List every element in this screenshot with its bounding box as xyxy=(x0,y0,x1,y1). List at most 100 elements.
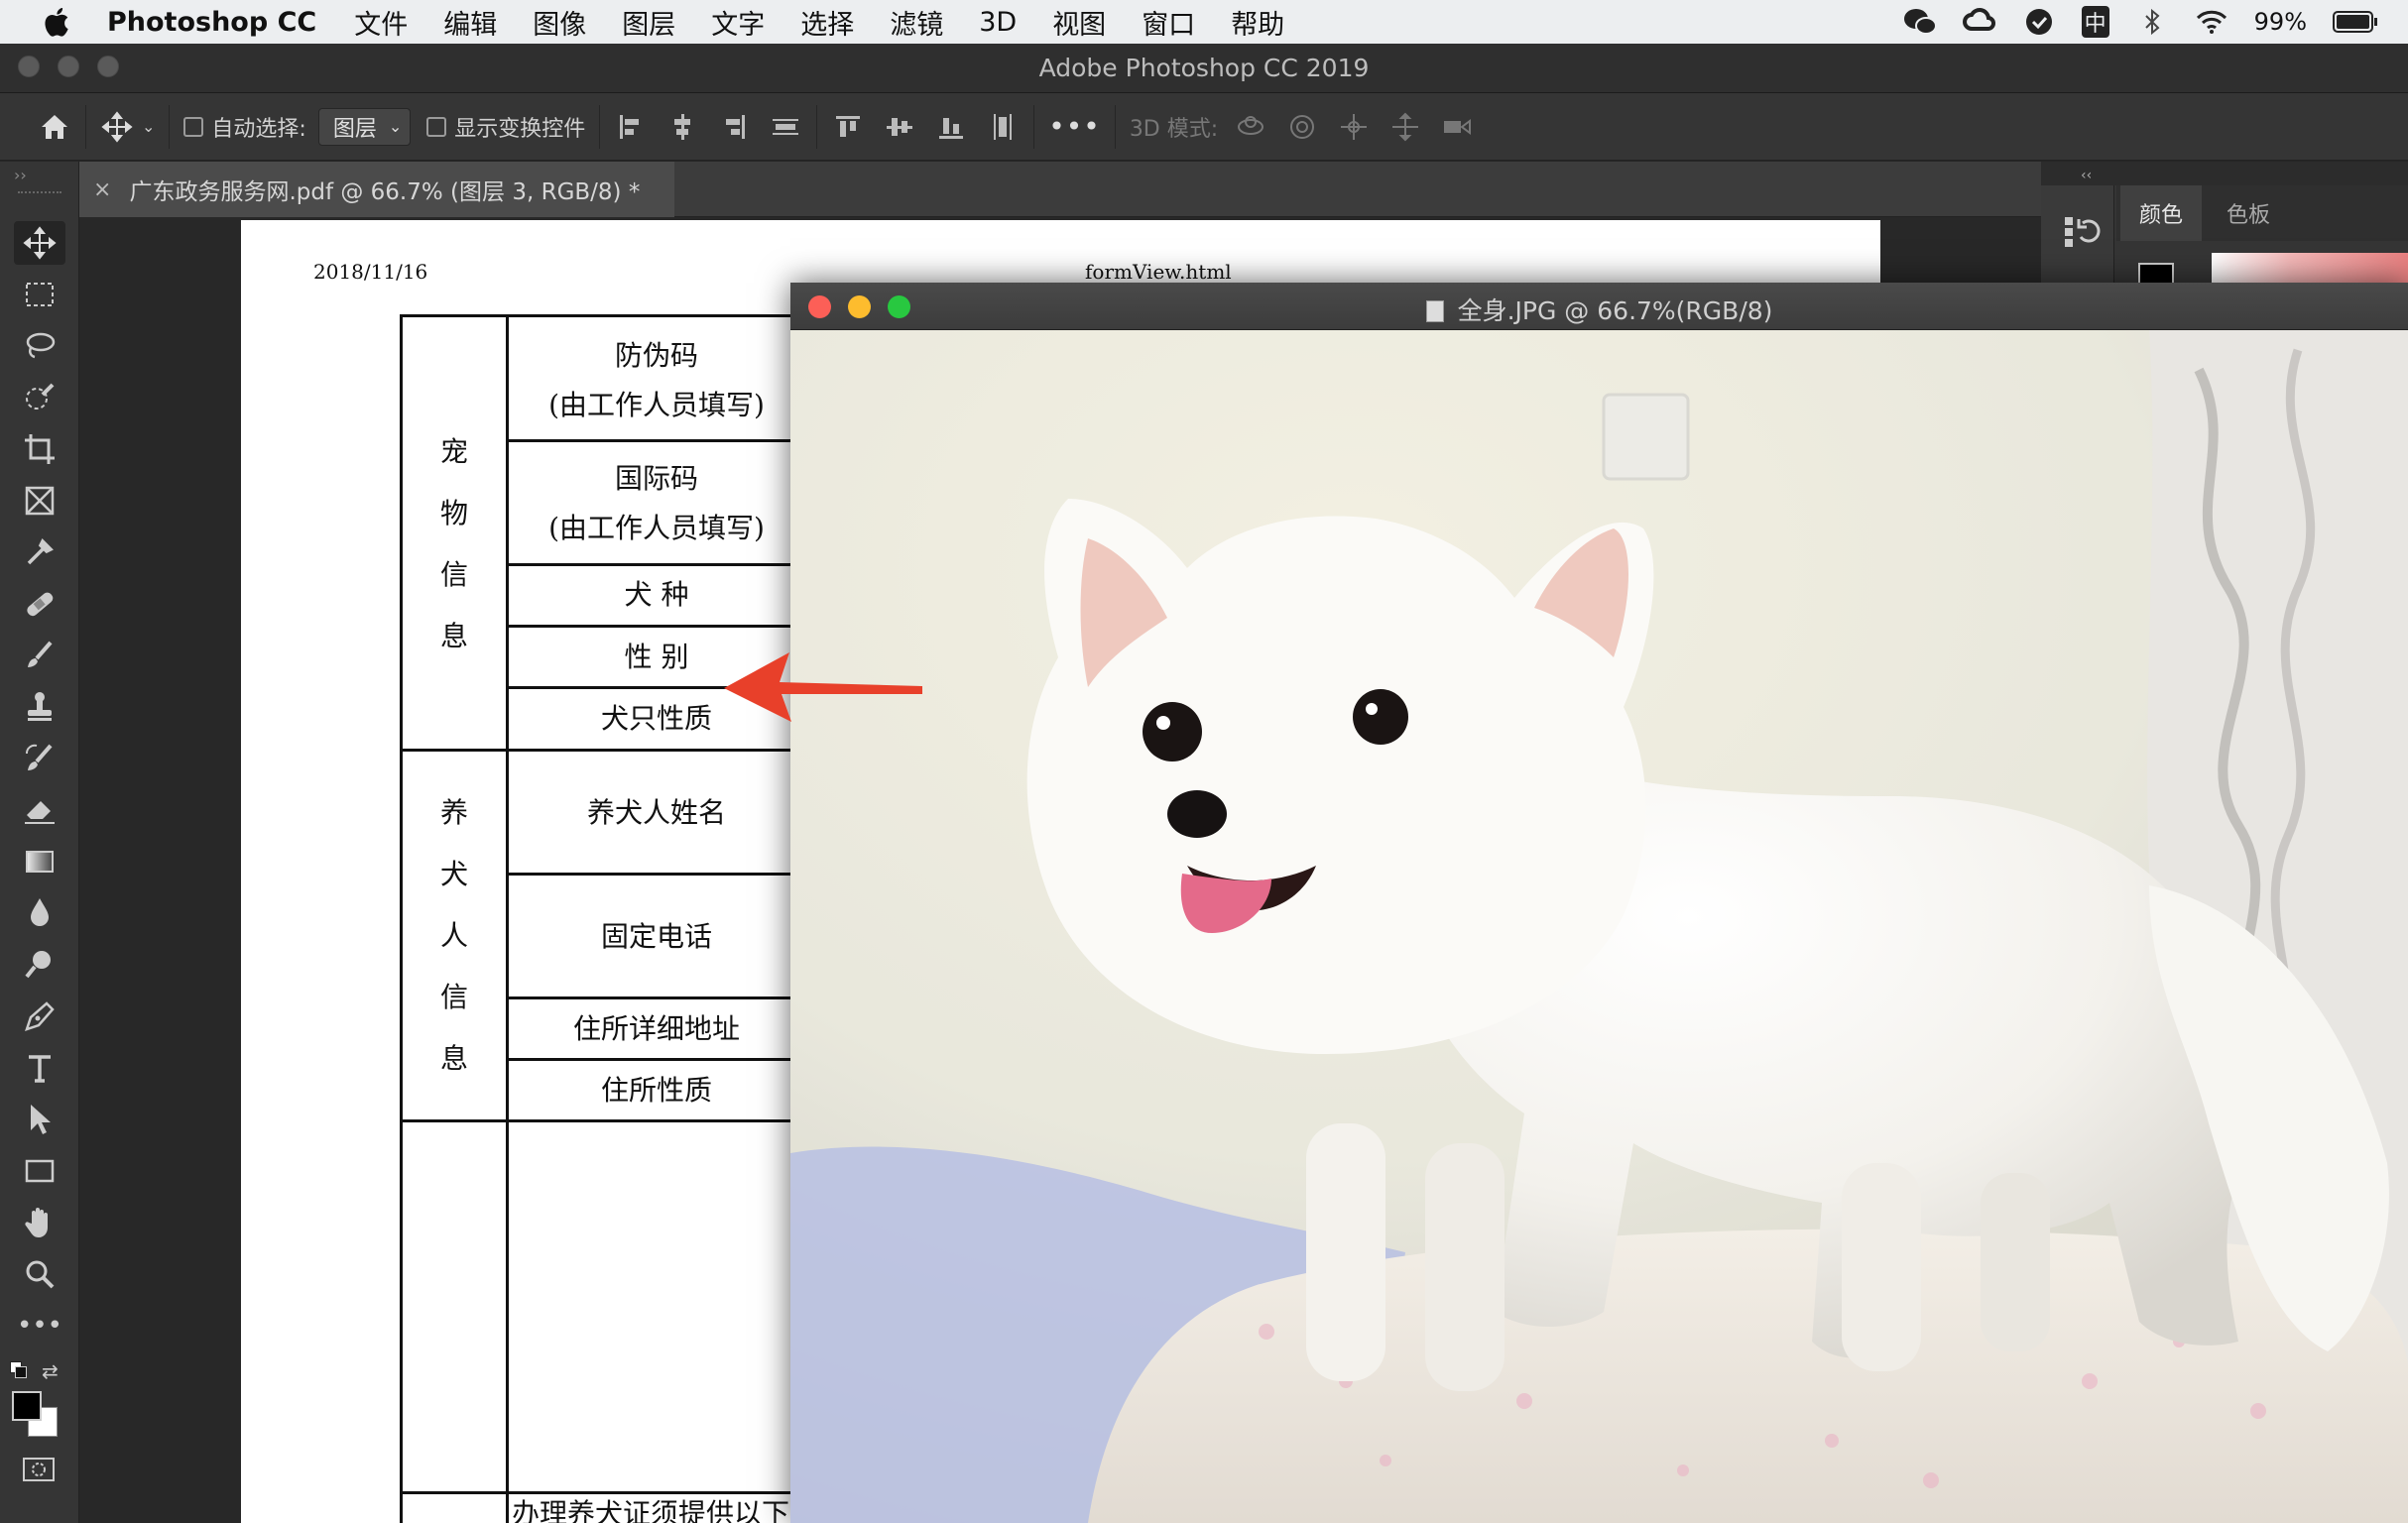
quick-selection-tool[interactable] xyxy=(14,376,65,419)
rectangle-tool[interactable] xyxy=(14,1149,65,1193)
menu-edit[interactable]: 编辑 xyxy=(443,3,497,42)
expand-panel-icon[interactable]: ‹‹ xyxy=(2081,168,2092,183)
gradient-tool[interactable] xyxy=(14,840,65,883)
align-bottom-icon[interactable] xyxy=(934,110,968,144)
3d-camera-icon[interactable] xyxy=(1440,110,1474,144)
battery-icon[interactable] xyxy=(2333,10,2378,34)
path-selection-tool[interactable] xyxy=(14,1098,65,1141)
frame-tool[interactable] xyxy=(14,479,65,523)
address-label: 住所详细地址 xyxy=(572,1012,740,1045)
close-tab-icon[interactable]: × xyxy=(93,177,111,202)
menu-app-name[interactable]: Photoshop CC xyxy=(107,7,316,38)
brush-tool[interactable] xyxy=(14,634,65,677)
auto-select-checkbox[interactable] xyxy=(183,116,204,137)
pdf-url: formView.html xyxy=(1085,260,1232,284)
mac-menubar: Photoshop CC 文件 编辑 图像 图层 文字 选择 滤镜 3D 视图 … xyxy=(0,0,2408,44)
quick-mask-icon[interactable] xyxy=(20,1455,58,1484)
dog-photo[interactable] xyxy=(790,330,2408,1523)
history-brush-tool[interactable] xyxy=(14,737,65,780)
align-right-icon[interactable] xyxy=(717,110,751,144)
auto-select-dropdown[interactable]: 图层 ⌄ xyxy=(317,107,412,146)
table-border-top xyxy=(400,314,796,317)
distribute-icon[interactable] xyxy=(769,110,802,144)
more-tools-icon[interactable]: ••• xyxy=(14,1304,65,1347)
tab-color[interactable]: 颜色 xyxy=(2120,185,2202,241)
healing-brush-tool[interactable] xyxy=(14,582,65,626)
apple-icon[interactable] xyxy=(40,5,71,39)
input-method-icon[interactable]: 中 xyxy=(2081,6,2109,38)
wechat-icon[interactable] xyxy=(1903,7,1937,37)
menu-layer[interactable]: 图层 xyxy=(622,3,675,42)
3d-roll-icon[interactable] xyxy=(1285,110,1319,144)
lasso-icon xyxy=(26,332,56,359)
menu-window[interactable]: 窗口 xyxy=(1142,3,1195,42)
chevron-down-icon[interactable]: ⌄ xyxy=(142,117,155,136)
hand-tool[interactable] xyxy=(14,1201,65,1244)
pen-tool[interactable] xyxy=(14,995,65,1038)
eyedropper-icon xyxy=(27,538,54,565)
3d-slide-icon[interactable] xyxy=(1388,110,1422,144)
dock-header xyxy=(2041,162,2408,185)
panel-grip[interactable] xyxy=(18,191,61,197)
options-bar: ⌄ 自动选择: 图层 ⌄ 显示变换控件 ••• 3D 模式: xyxy=(0,93,2408,161)
type-tool[interactable] xyxy=(14,1046,65,1090)
document-tab-bar: × 广东政务服务网.pdf @ 66.7% (图层 3, RGB/8) * xyxy=(79,162,2041,217)
document-tab[interactable]: × 广东政务服务网.pdf @ 66.7% (图层 3, RGB/8) * xyxy=(79,162,674,217)
bluetooth-icon[interactable] xyxy=(2135,7,2169,37)
red-arrow-annotation xyxy=(724,652,922,722)
image-window-titlebar[interactable]: 全身.JPG @ 66.7%(RGB/8) xyxy=(790,283,2408,330)
menu-view[interactable]: 视图 xyxy=(1052,3,1106,42)
wifi-icon[interactable] xyxy=(2195,7,2228,37)
section-char: 宠 xyxy=(439,435,468,468)
default-colors-icon[interactable] xyxy=(10,1361,30,1379)
eraser-tool[interactable] xyxy=(14,788,65,832)
align-vcenter-icon[interactable] xyxy=(883,110,916,144)
image-window-title: 全身.JPG @ 66.7%(RGB/8) xyxy=(790,292,2408,327)
pdf-date: 2018/11/16 xyxy=(313,260,428,284)
menu-type[interactable]: 文字 xyxy=(711,3,765,42)
menu-filter[interactable]: 滤镜 xyxy=(890,3,943,42)
marquee-tool[interactable] xyxy=(14,273,65,316)
lasso-tool[interactable] xyxy=(14,324,65,368)
landline-label: 固定电话 xyxy=(600,920,712,953)
align-hcenter-icon[interactable] xyxy=(665,110,699,144)
3d-pan-icon[interactable] xyxy=(1337,110,1371,144)
move-tool[interactable] xyxy=(14,221,65,265)
crop-tool[interactable] xyxy=(14,427,65,471)
row-label: 防伪码 xyxy=(614,339,698,372)
vpn-icon[interactable] xyxy=(2022,7,2056,37)
row-label: 国际码 xyxy=(614,462,698,495)
menu-select[interactable]: 选择 xyxy=(800,3,854,42)
3d-orbit-icon[interactable] xyxy=(1234,110,1267,144)
menu-help[interactable]: 帮助 xyxy=(1231,3,1284,42)
more-options-icon[interactable]: ••• xyxy=(1048,110,1101,143)
section-char: 人 xyxy=(439,919,468,952)
type-icon xyxy=(29,1055,51,1083)
auto-select-label: 自动选择: xyxy=(211,116,306,142)
document-icon xyxy=(1425,300,1444,322)
tab-swatches[interactable]: 色板 xyxy=(2208,185,2289,241)
menu-file[interactable]: 文件 xyxy=(354,3,408,42)
home-icon[interactable] xyxy=(38,110,71,144)
creative-cloud-icon[interactable] xyxy=(1962,7,1996,37)
menu-image[interactable]: 图像 xyxy=(533,3,586,42)
align-left-icon[interactable] xyxy=(614,110,648,144)
zoom-tool[interactable] xyxy=(14,1252,65,1296)
distribute-horizontal-icon[interactable] xyxy=(986,110,1020,144)
blur-tool[interactable] xyxy=(14,891,65,935)
foreground-color-swatch[interactable] xyxy=(12,1391,42,1421)
align-top-icon[interactable] xyxy=(831,110,865,144)
crop-icon xyxy=(25,434,55,464)
collapse-panel-icon[interactable]: ›› xyxy=(14,166,27,184)
image-window[interactable]: 全身.JPG @ 66.7%(RGB/8) xyxy=(790,283,2408,1523)
dodge-tool[interactable] xyxy=(14,943,65,987)
clone-stamp-tool[interactable] xyxy=(14,685,65,729)
menu-3d[interactable]: 3D xyxy=(979,7,1017,38)
swap-colors-icon[interactable]: ⇄ xyxy=(42,1359,59,1383)
move-tool-icon[interactable] xyxy=(100,110,134,144)
show-transform-checkbox[interactable] xyxy=(426,116,447,137)
required-docs-label: 办理养犬证须提供以下 xyxy=(512,1499,790,1523)
table-line xyxy=(506,873,793,876)
history-panel-icon[interactable] xyxy=(2061,213,2101,253)
eyedropper-tool[interactable] xyxy=(14,530,65,574)
